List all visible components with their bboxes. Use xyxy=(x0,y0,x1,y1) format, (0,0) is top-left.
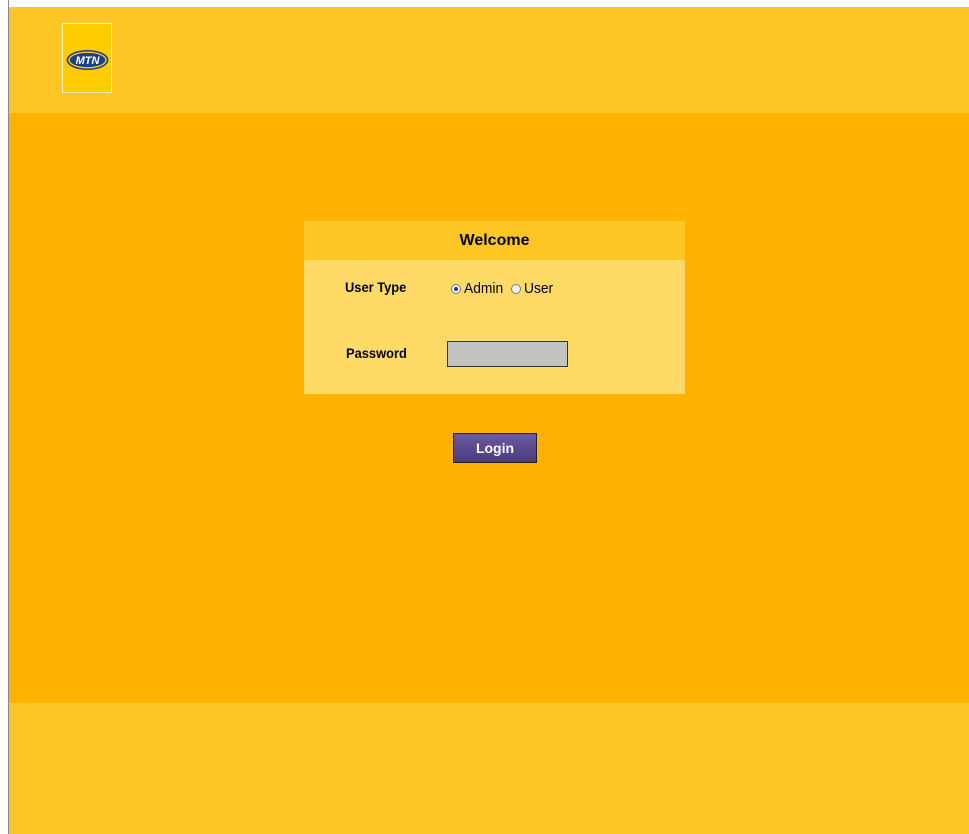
user-type-label: User Type xyxy=(345,279,407,295)
main-area: Welcome User Type Admin User Password Lo… xyxy=(9,113,969,703)
mtn-logo: MTN xyxy=(62,23,112,93)
login-form: User Type Admin User Password xyxy=(304,260,685,394)
svg-text:MTN: MTN xyxy=(76,55,101,67)
panel-title: Welcome xyxy=(304,221,685,260)
user-radio[interactable] xyxy=(510,283,521,294)
user-radio-label[interactable]: User xyxy=(524,280,553,297)
radio-selected-dot xyxy=(454,286,458,291)
password-label: Password xyxy=(346,345,407,361)
admin-radio[interactable] xyxy=(451,283,461,294)
user-type-radio-group: Admin User xyxy=(451,280,559,297)
password-field[interactable] xyxy=(447,341,568,367)
footer-bar xyxy=(9,703,969,834)
login-panel: Welcome User Type Admin User Password xyxy=(304,221,685,394)
admin-radio-label[interactable]: Admin xyxy=(464,280,503,297)
header-bar: MTN xyxy=(9,7,969,113)
login-button[interactable]: Login xyxy=(453,433,537,463)
